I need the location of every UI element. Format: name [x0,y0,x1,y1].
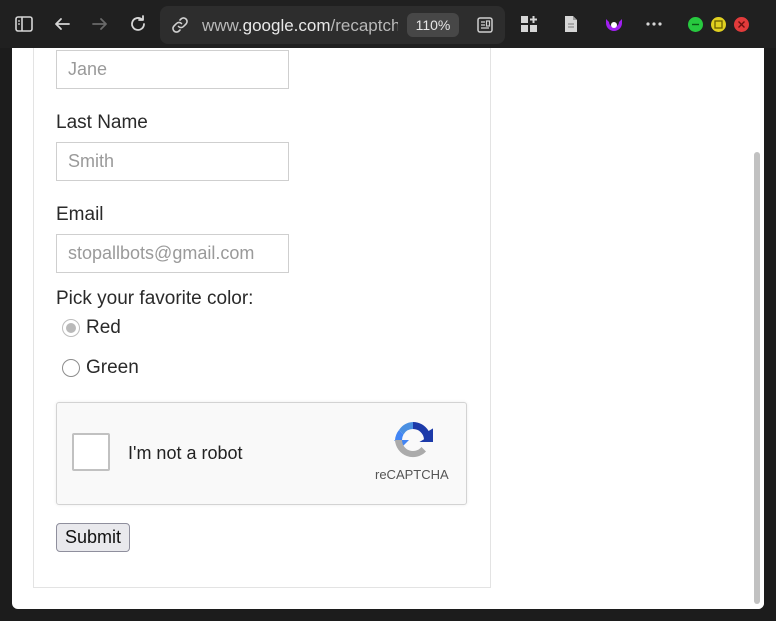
email-label: Email [56,204,104,225]
captcha-brand: reCAPTCHA [375,467,449,482]
radio-label-green: Green [86,357,139,378]
maximize-button[interactable] [711,17,726,32]
radio-button-red[interactable] [62,319,80,337]
radio-label-red: Red [86,317,121,338]
color-question: Pick your favorite color: [56,288,254,309]
recaptcha-widget: I'm not a robot reCAPTCHA [56,402,467,505]
more-options-icon[interactable] [640,10,668,38]
close-button[interactable] [734,17,749,32]
recaptcha-logo-icon [390,417,436,463]
url-path: /recaptcha [330,16,398,35]
email-input[interactable] [56,234,289,273]
radio-button-green[interactable] [62,359,80,377]
page-viewport: Last Name Email Pick your favorite color… [12,48,764,609]
browser-toolbar: www.google.com/recaptcha 110% [0,0,776,48]
url-prefix: www. [202,16,243,35]
radio-option-red[interactable]: Red [62,316,121,340]
first-name-input[interactable] [56,50,289,89]
apps-add-icon[interactable] [515,10,543,38]
last-name-input[interactable] [56,142,289,181]
url-host: google.com [242,16,331,35]
sidebar-toggle-icon[interactable] [10,10,38,38]
url-text[interactable]: www.google.com/recaptcha [202,16,398,36]
scrollbar-thumb[interactable] [754,152,760,604]
radio-option-green[interactable]: Green [62,356,139,380]
zoom-badge[interactable]: 110% [407,13,459,37]
link-icon[interactable] [166,11,194,39]
address-bar[interactable]: www.google.com/recaptcha 110% [160,6,505,44]
reload-icon[interactable] [124,10,152,38]
document-icon[interactable] [557,10,585,38]
purple-app-icon[interactable] [600,10,628,38]
back-arrow-icon[interactable] [48,10,76,38]
forward-arrow-icon[interactable] [86,10,114,38]
reader-view-icon[interactable] [471,11,499,39]
last-name-label: Last Name [56,112,148,133]
submit-button[interactable]: Submit [56,523,130,552]
captcha-label: I'm not a robot [128,443,243,463]
vertical-scrollbar[interactable] [750,48,764,609]
captcha-checkbox[interactable] [72,433,110,471]
minimize-button[interactable] [688,17,703,32]
